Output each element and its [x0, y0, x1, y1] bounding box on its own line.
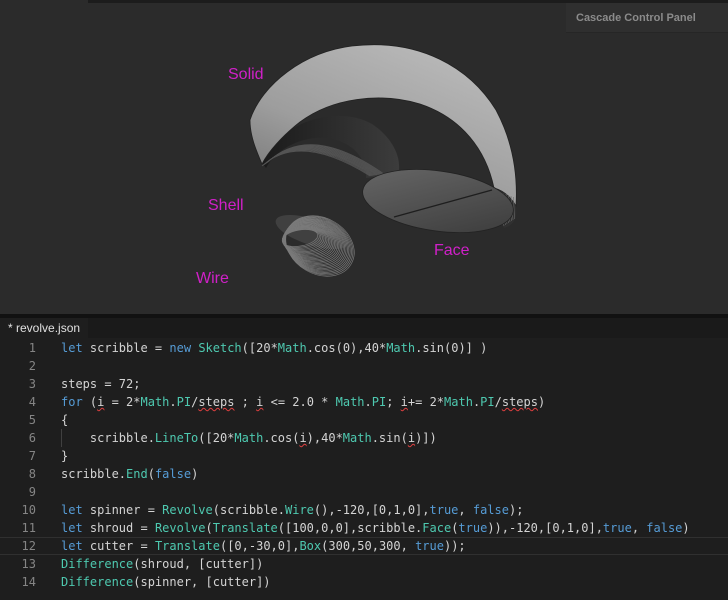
wire-label: Wire: [196, 270, 229, 287]
code-text: Difference(shroud, [cutter]): [61, 557, 264, 571]
3d-viewport[interactable]: Solid Shell Wire Face Cascade Control Pa…: [0, 0, 728, 314]
code-text: scribble.End(false): [61, 467, 199, 481]
code-text: let spinner = Revolve(scribble.Wire(),-1…: [61, 503, 524, 517]
tab-revolve-json[interactable]: * revolve.json: [0, 318, 88, 338]
line-number: 14: [21, 575, 36, 589]
code-text: {: [61, 413, 69, 427]
code-text: let shroud = Revolve(Translate([100,0,0]…: [61, 521, 690, 535]
line-number: 5: [28, 413, 36, 427]
editor-tab-bar: * revolve.json: [0, 318, 728, 338]
line-number: 6: [28, 431, 36, 445]
line-number: 8: [28, 467, 36, 481]
code-line[interactable]: 3 steps = 72;: [0, 375, 728, 393]
line-number: 13: [21, 557, 36, 571]
code-line[interactable]: 1 let scribble = new Sketch([20*Math.cos(…: [0, 339, 728, 357]
code-line[interactable]: 8 scribble.End(false): [0, 465, 728, 483]
code-line[interactable]: 13 Difference(shroud, [cutter]): [0, 555, 728, 573]
solid-label: Solid: [228, 66, 264, 83]
code-line[interactable]: 11 let shroud = Revolve(Translate([100,0,…: [0, 519, 728, 537]
shell-wire-shape: [275, 214, 355, 277]
line-number: 9: [28, 485, 36, 499]
code-line[interactable]: 9: [0, 483, 728, 501]
shell-label: Shell: [208, 197, 244, 214]
line-number: 2: [28, 359, 36, 373]
code-line[interactable]: 4 for (i = 2*Math.PI/steps ; i <= 2.0 * M…: [0, 393, 728, 411]
code-line[interactable]: 14 Difference(spinner, [cutter]): [0, 573, 728, 591]
panel-title: Cascade Control Panel: [576, 12, 696, 24]
scene-canvas[interactable]: [0, 0, 728, 314]
line-number: 11: [21, 521, 36, 535]
face-label: Face: [434, 242, 470, 259]
code-line[interactable]: 6 scribble.LineTo([20*Math.cos(i),40*Mat…: [0, 429, 728, 447]
code-line[interactable]: 12 let cutter = Translate([0,-30,0],Box(3…: [0, 537, 728, 555]
line-number: 4: [28, 395, 36, 409]
code-text: let cutter = Translate([0,-30,0],Box(300…: [61, 539, 466, 553]
line-number: 7: [28, 449, 36, 463]
line-number: 3: [28, 377, 36, 391]
code-editor[interactable]: 1 let scribble = new Sketch([20*Math.cos(…: [0, 338, 728, 600]
code-text: }: [61, 449, 69, 463]
code-text: Difference(spinner, [cutter]): [61, 575, 271, 589]
code-line[interactable]: 10 let spinner = Revolve(scribble.Wire(),…: [0, 501, 728, 519]
code-text: steps = 72;: [61, 377, 141, 391]
cascade-control-panel[interactable]: Cascade Control Panel: [566, 3, 728, 33]
code-line[interactable]: 7}: [0, 447, 728, 465]
code-text: let scribble = new Sketch([20*Math.cos(0…: [61, 341, 488, 355]
code-line[interactable]: 5{: [0, 411, 728, 429]
line-number: 12: [21, 539, 36, 553]
line-number: 10: [21, 503, 36, 517]
code-text: for (i = 2*Math.PI/steps ; i <= 2.0 * Ma…: [61, 395, 546, 409]
code-text: scribble.LineTo([20*Math.cos(i),40*Math.…: [61, 431, 437, 445]
line-number: 1: [28, 341, 36, 355]
code-line[interactable]: 2: [0, 357, 728, 375]
